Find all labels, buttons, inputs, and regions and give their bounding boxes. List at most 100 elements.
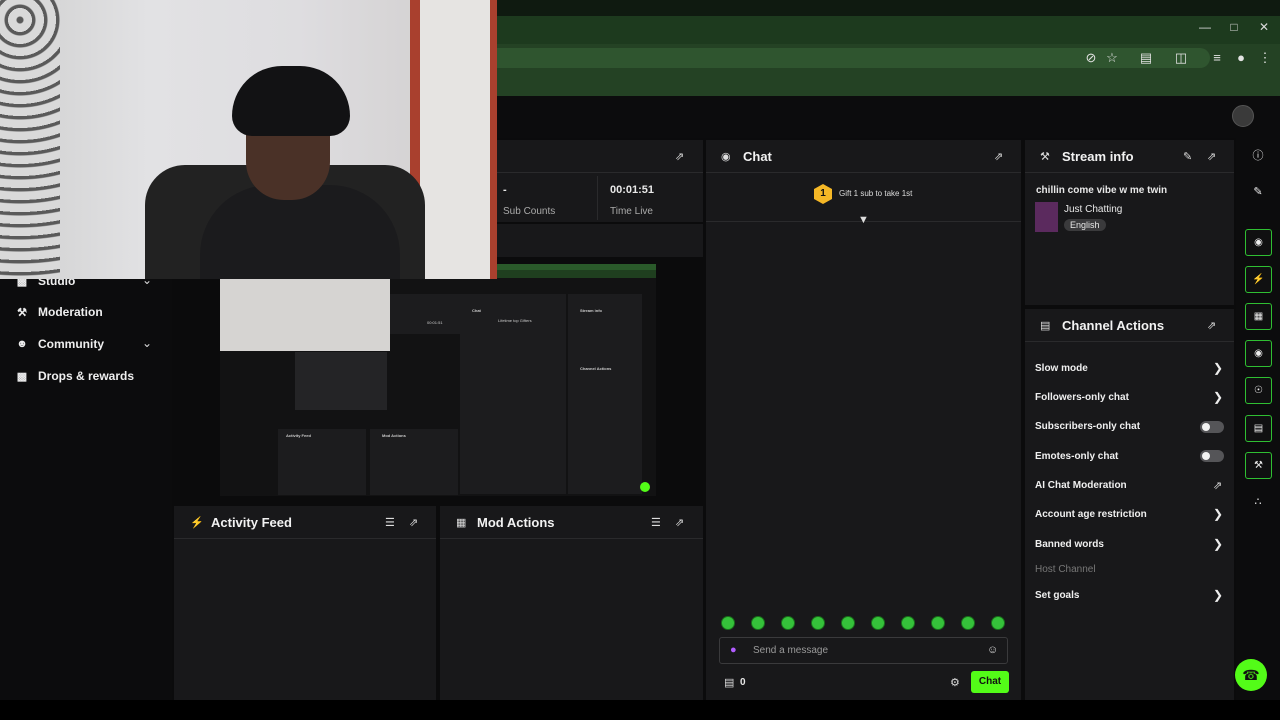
channel-actions-icon[interactable]: ▤ — [1245, 415, 1272, 442]
emote-icon[interactable] — [811, 616, 825, 630]
mod-actions-panel — [440, 506, 703, 700]
chevron-right-icon[interactable]: ❯ — [1213, 537, 1223, 551]
mini-stream-info — [568, 294, 642, 362]
send-chat-button[interactable]: Chat — [971, 671, 1009, 693]
close-icon[interactable]: ✕ — [1254, 20, 1274, 34]
followers-only-item[interactable]: Followers-only chat — [1035, 392, 1129, 403]
emote-icon[interactable] — [721, 616, 735, 630]
chevron-right-icon[interactable]: ❯ — [1213, 390, 1223, 404]
divider — [1025, 172, 1234, 173]
chat-title: Chat — [743, 149, 772, 164]
mini-activity — [278, 429, 366, 495]
chevron-down-icon[interactable]: ⌄ — [142, 336, 152, 350]
sidebar-item-community[interactable]: ☻ Community — [16, 337, 104, 351]
mini-time: 00:01:51 — [427, 320, 443, 325]
subscribers-only-toggle[interactable] — [1200, 421, 1224, 433]
popout-icon[interactable]: ⇗ — [675, 516, 684, 529]
gift-prompt[interactable]: Gift 1 sub to take 1st — [839, 189, 912, 198]
filter-icon[interactable]: ☰ — [651, 516, 661, 529]
popout-icon[interactable]: ⇗ — [1207, 150, 1216, 163]
channel-actions-title: Channel Actions — [1062, 318, 1165, 333]
stream-info-title: Stream info — [1062, 149, 1134, 164]
ai-chat-moderation-item[interactable]: AI Chat Moderation — [1035, 480, 1127, 491]
mini-channel-actions-title: Channel Actions — [580, 366, 612, 371]
mini-chat — [460, 294, 566, 494]
sub-counts-label: Sub Counts — [503, 206, 556, 217]
webcam-curtain — [0, 0, 60, 279]
wrench-icon: ⚒ — [17, 306, 27, 319]
mini-channel-actions — [568, 362, 642, 494]
popout-icon[interactable]: ⇗ — [409, 516, 418, 529]
popout-icon[interactable]: ⇗ — [675, 150, 684, 163]
sidebar-item-moderation[interactable]: ⚒ Moderation — [16, 305, 103, 319]
split-view-icon[interactable]: ◫ — [1172, 49, 1190, 67]
media-icon[interactable]: ≡ — [1208, 49, 1226, 67]
chat-bubble-icon[interactable]: ◉ — [1245, 340, 1272, 367]
points-count: 0 — [740, 677, 746, 688]
stats-row — [497, 224, 703, 257]
emote-icon[interactable] — [991, 616, 1005, 630]
broadcast-icon[interactable]: ☉ — [1245, 377, 1272, 404]
language-tag: English — [1064, 219, 1106, 231]
sidebar-item-drops[interactable]: ▩ Drops & rewards — [16, 369, 134, 383]
mini-chat-title: Chat — [472, 308, 481, 313]
microphone-icon[interactable]: ● — [730, 644, 737, 656]
sidebar-item-label: Community — [38, 337, 104, 351]
divider — [706, 172, 1021, 173]
chevron-right-icon[interactable]: ❯ — [1213, 361, 1223, 375]
minimize-icon[interactable]: — — [1195, 20, 1215, 34]
mini-top-gifters: Lifetime top Gifters — [498, 318, 532, 323]
external-link-icon[interactable]: ⇗ — [1213, 479, 1222, 492]
browser-tab[interactable] — [497, 16, 1280, 44]
category-thumbnail — [1035, 202, 1058, 232]
wrench-icon[interactable]: ⚒ — [1245, 452, 1272, 479]
emote-icon[interactable] — [751, 616, 765, 630]
profile-icon[interactable]: ● — [1232, 49, 1250, 67]
sub-counts-value: - — [503, 184, 507, 196]
emote-icon[interactable] — [781, 616, 795, 630]
emote-icon[interactable] — [931, 616, 945, 630]
divider — [597, 176, 598, 220]
chevron-right-icon[interactable]: ❯ — [1213, 588, 1223, 602]
document-icon[interactable]: ▦ — [1245, 303, 1272, 330]
info-icon[interactable]: ⓘ — [1250, 148, 1266, 164]
divider — [174, 538, 436, 539]
emotes-only-toggle[interactable] — [1200, 450, 1224, 462]
emote-icon[interactable] — [841, 616, 855, 630]
restore-icon[interactable]: □ — [1224, 20, 1244, 34]
extensions-icon[interactable]: ▤ — [1137, 49, 1155, 67]
account-age-item[interactable]: Account age restriction — [1035, 509, 1147, 520]
stream-preview: 00:01:51 Chat Lifetime top Gifters Strea… — [220, 264, 656, 496]
document-icon: ▦ — [456, 517, 467, 529]
channel-actions-icon: ▤ — [1040, 320, 1051, 332]
dots-icon[interactable]: ∴ — [1250, 494, 1266, 510]
gear-icon[interactable]: ⚙ — [950, 676, 960, 689]
filter-icon[interactable]: ☰ — [385, 516, 395, 529]
bottom-bar — [0, 700, 1280, 720]
banned-words-item[interactable]: Banned words — [1035, 539, 1104, 550]
emote-icon[interactable] — [871, 616, 885, 630]
set-goals-item[interactable]: Set goals — [1035, 590, 1079, 601]
camera-icon[interactable]: ◉ — [1245, 229, 1272, 256]
pencil-icon[interactable]: ✎ — [1183, 150, 1192, 163]
emote-icon[interactable] — [901, 616, 915, 630]
emoji-icon[interactable]: ☺ — [987, 644, 998, 656]
popout-icon[interactable]: ⇗ — [1207, 319, 1216, 332]
emote-icon[interactable] — [961, 616, 975, 630]
menu-icon[interactable]: ⋮ — [1256, 49, 1274, 67]
star-icon[interactable]: ☆ — [1103, 49, 1121, 67]
support-icon[interactable]: ☎ — [1235, 659, 1267, 691]
bolt-icon: ⚡ — [190, 517, 204, 529]
bolt-icon[interactable]: ⚡ — [1245, 266, 1272, 293]
users-icon: ☻ — [16, 338, 28, 350]
points-icon[interactable]: ▤ — [724, 676, 734, 689]
divider — [440, 538, 703, 539]
chevron-right-icon[interactable]: ❯ — [1213, 507, 1223, 521]
slow-mode-item[interactable]: Slow mode — [1035, 363, 1088, 374]
collapse-icon[interactable]: ▼ — [858, 214, 869, 226]
popout-icon[interactable]: ⇗ — [994, 150, 1003, 163]
avatar[interactable] — [1232, 105, 1254, 127]
pencil-icon[interactable]: ✎ — [1250, 184, 1266, 200]
eye-off-icon[interactable]: ⊘ — [1082, 49, 1100, 67]
time-live-value: 00:01:51 — [610, 184, 655, 196]
